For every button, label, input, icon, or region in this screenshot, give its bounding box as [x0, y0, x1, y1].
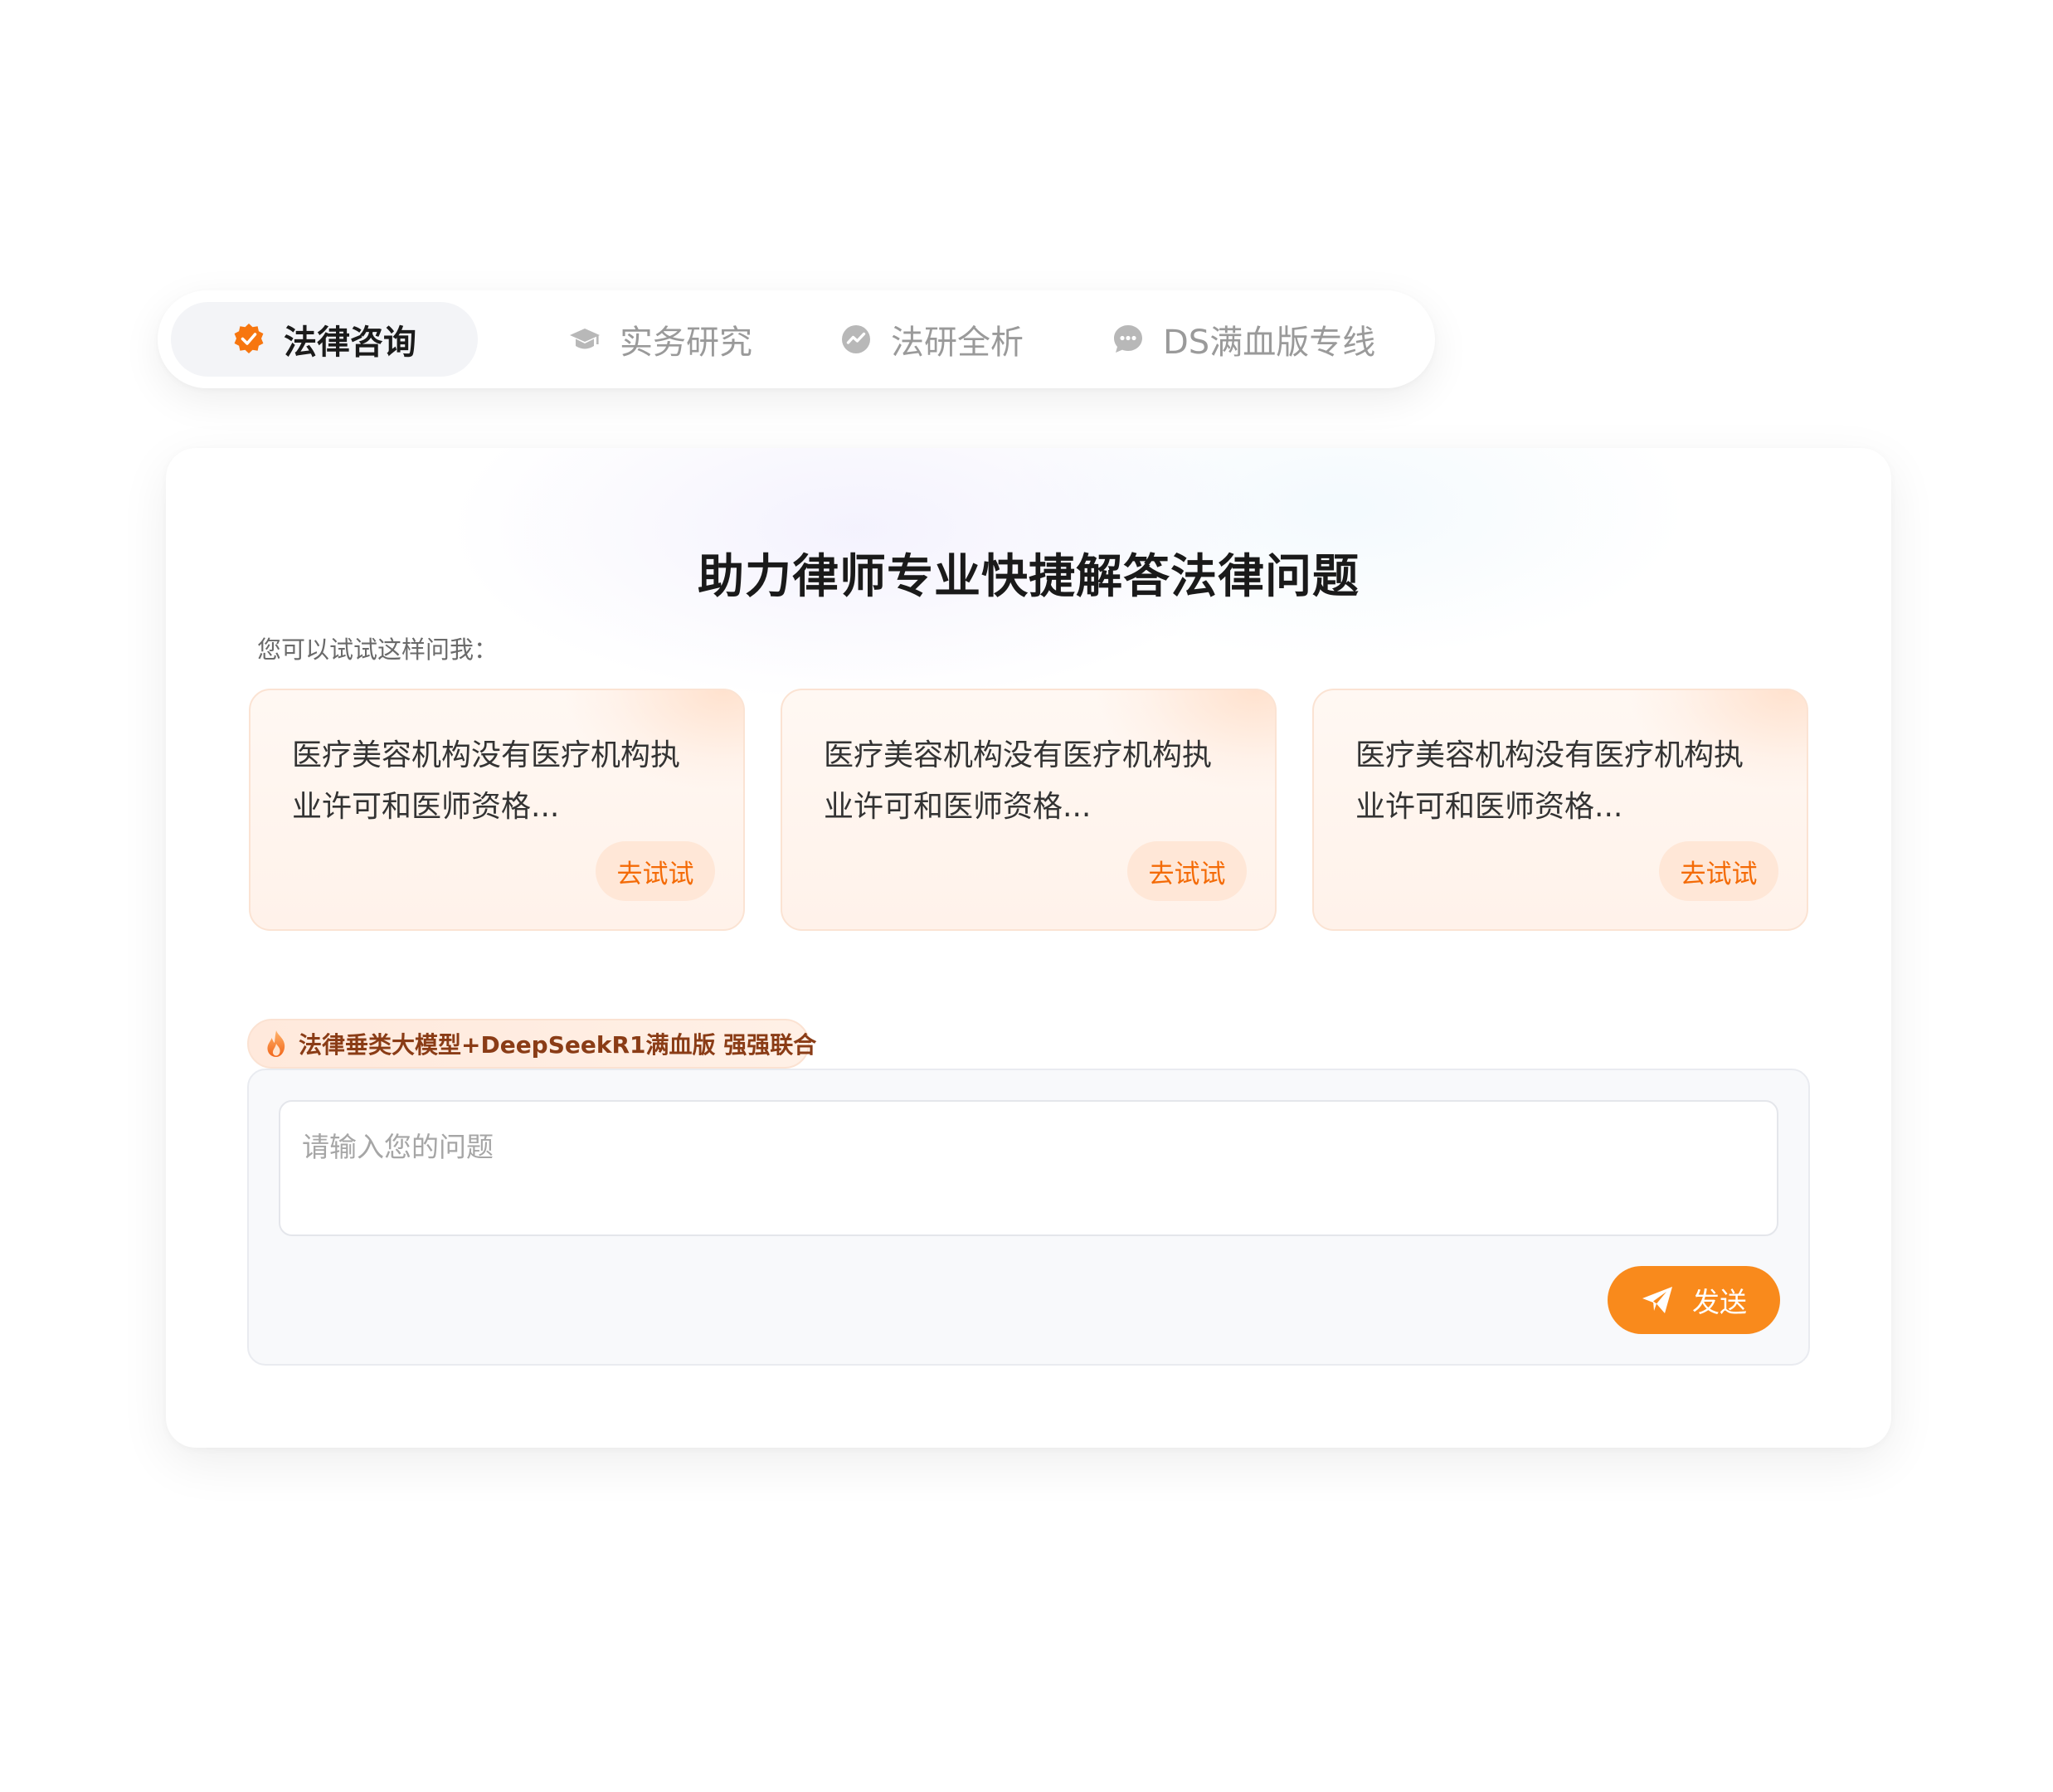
question-composer: 发送 — [247, 1069, 1810, 1366]
trend-chart-icon — [839, 323, 873, 356]
suggestion-hint: 您可以试试这样问我： — [257, 635, 499, 664]
suggestion-card[interactable]: 医疗美容机构没有医疗机构执业许可和医师资格... 去试试 — [249, 689, 745, 931]
question-input[interactable] — [279, 1100, 1778, 1236]
flame-icon — [264, 1030, 289, 1058]
paper-plane-icon — [1641, 1285, 1674, 1315]
tab-label: 法研全析 — [891, 324, 1024, 362]
badge-text: 法律垂类大模型+DeepSeekR1满血版 强强联合 — [299, 1031, 817, 1059]
check-badge-icon — [232, 323, 265, 356]
page-title: 助力律师专业快捷解答法律问题 — [698, 550, 1360, 604]
suggestion-text: 医疗美容机构没有医疗机构执业许可和医师资格... — [1355, 738, 1744, 824]
consult-panel: 助力律师专业快捷解答法律问题 您可以试试这样问我： 医疗美容机构没有医疗机构执业… — [166, 448, 1891, 1448]
tab-label: 法律咨询 — [284, 324, 416, 362]
try-button[interactable]: 去试试 — [1127, 841, 1247, 901]
tab-practice-research[interactable]: 实务研究 — [568, 302, 752, 377]
suggestion-card[interactable]: 医疗美容机构没有医疗机构执业许可和医师资格... 去试试 — [1312, 689, 1808, 931]
suggestion-text: 医疗美容机构没有医疗机构执业许可和医师资格... — [824, 738, 1213, 824]
model-badge: 法律垂类大模型+DeepSeekR1满血版 强强联合 — [247, 1019, 816, 1069]
chat-bubble-icon — [1112, 323, 1145, 356]
mode-tab-bar: 法律咨询 实务研究 法研全析 DS满血版专线 — [158, 290, 1435, 388]
tab-legal-consult[interactable]: 法律咨询 — [171, 302, 478, 377]
try-button[interactable]: 去试试 — [596, 841, 715, 901]
tab-label: DS满血版专线 — [1163, 324, 1376, 362]
suggestion-card[interactable]: 医疗美容机构没有医疗机构执业许可和医师资格... 去试试 — [781, 689, 1277, 931]
tab-legal-analysis[interactable]: 法研全析 — [839, 302, 1024, 377]
tab-label: 实务研究 — [620, 324, 752, 362]
try-button[interactable]: 去试试 — [1659, 841, 1778, 901]
send-button[interactable]: 发送 — [1608, 1266, 1780, 1334]
suggestion-text: 医疗美容机构没有医疗机构执业许可和医师资格... — [292, 738, 681, 824]
send-label: 发送 — [1692, 1286, 1747, 1318]
tab-ds-full-line[interactable]: DS满血版专线 — [1112, 302, 1375, 377]
graduation-cap-icon — [568, 323, 601, 356]
